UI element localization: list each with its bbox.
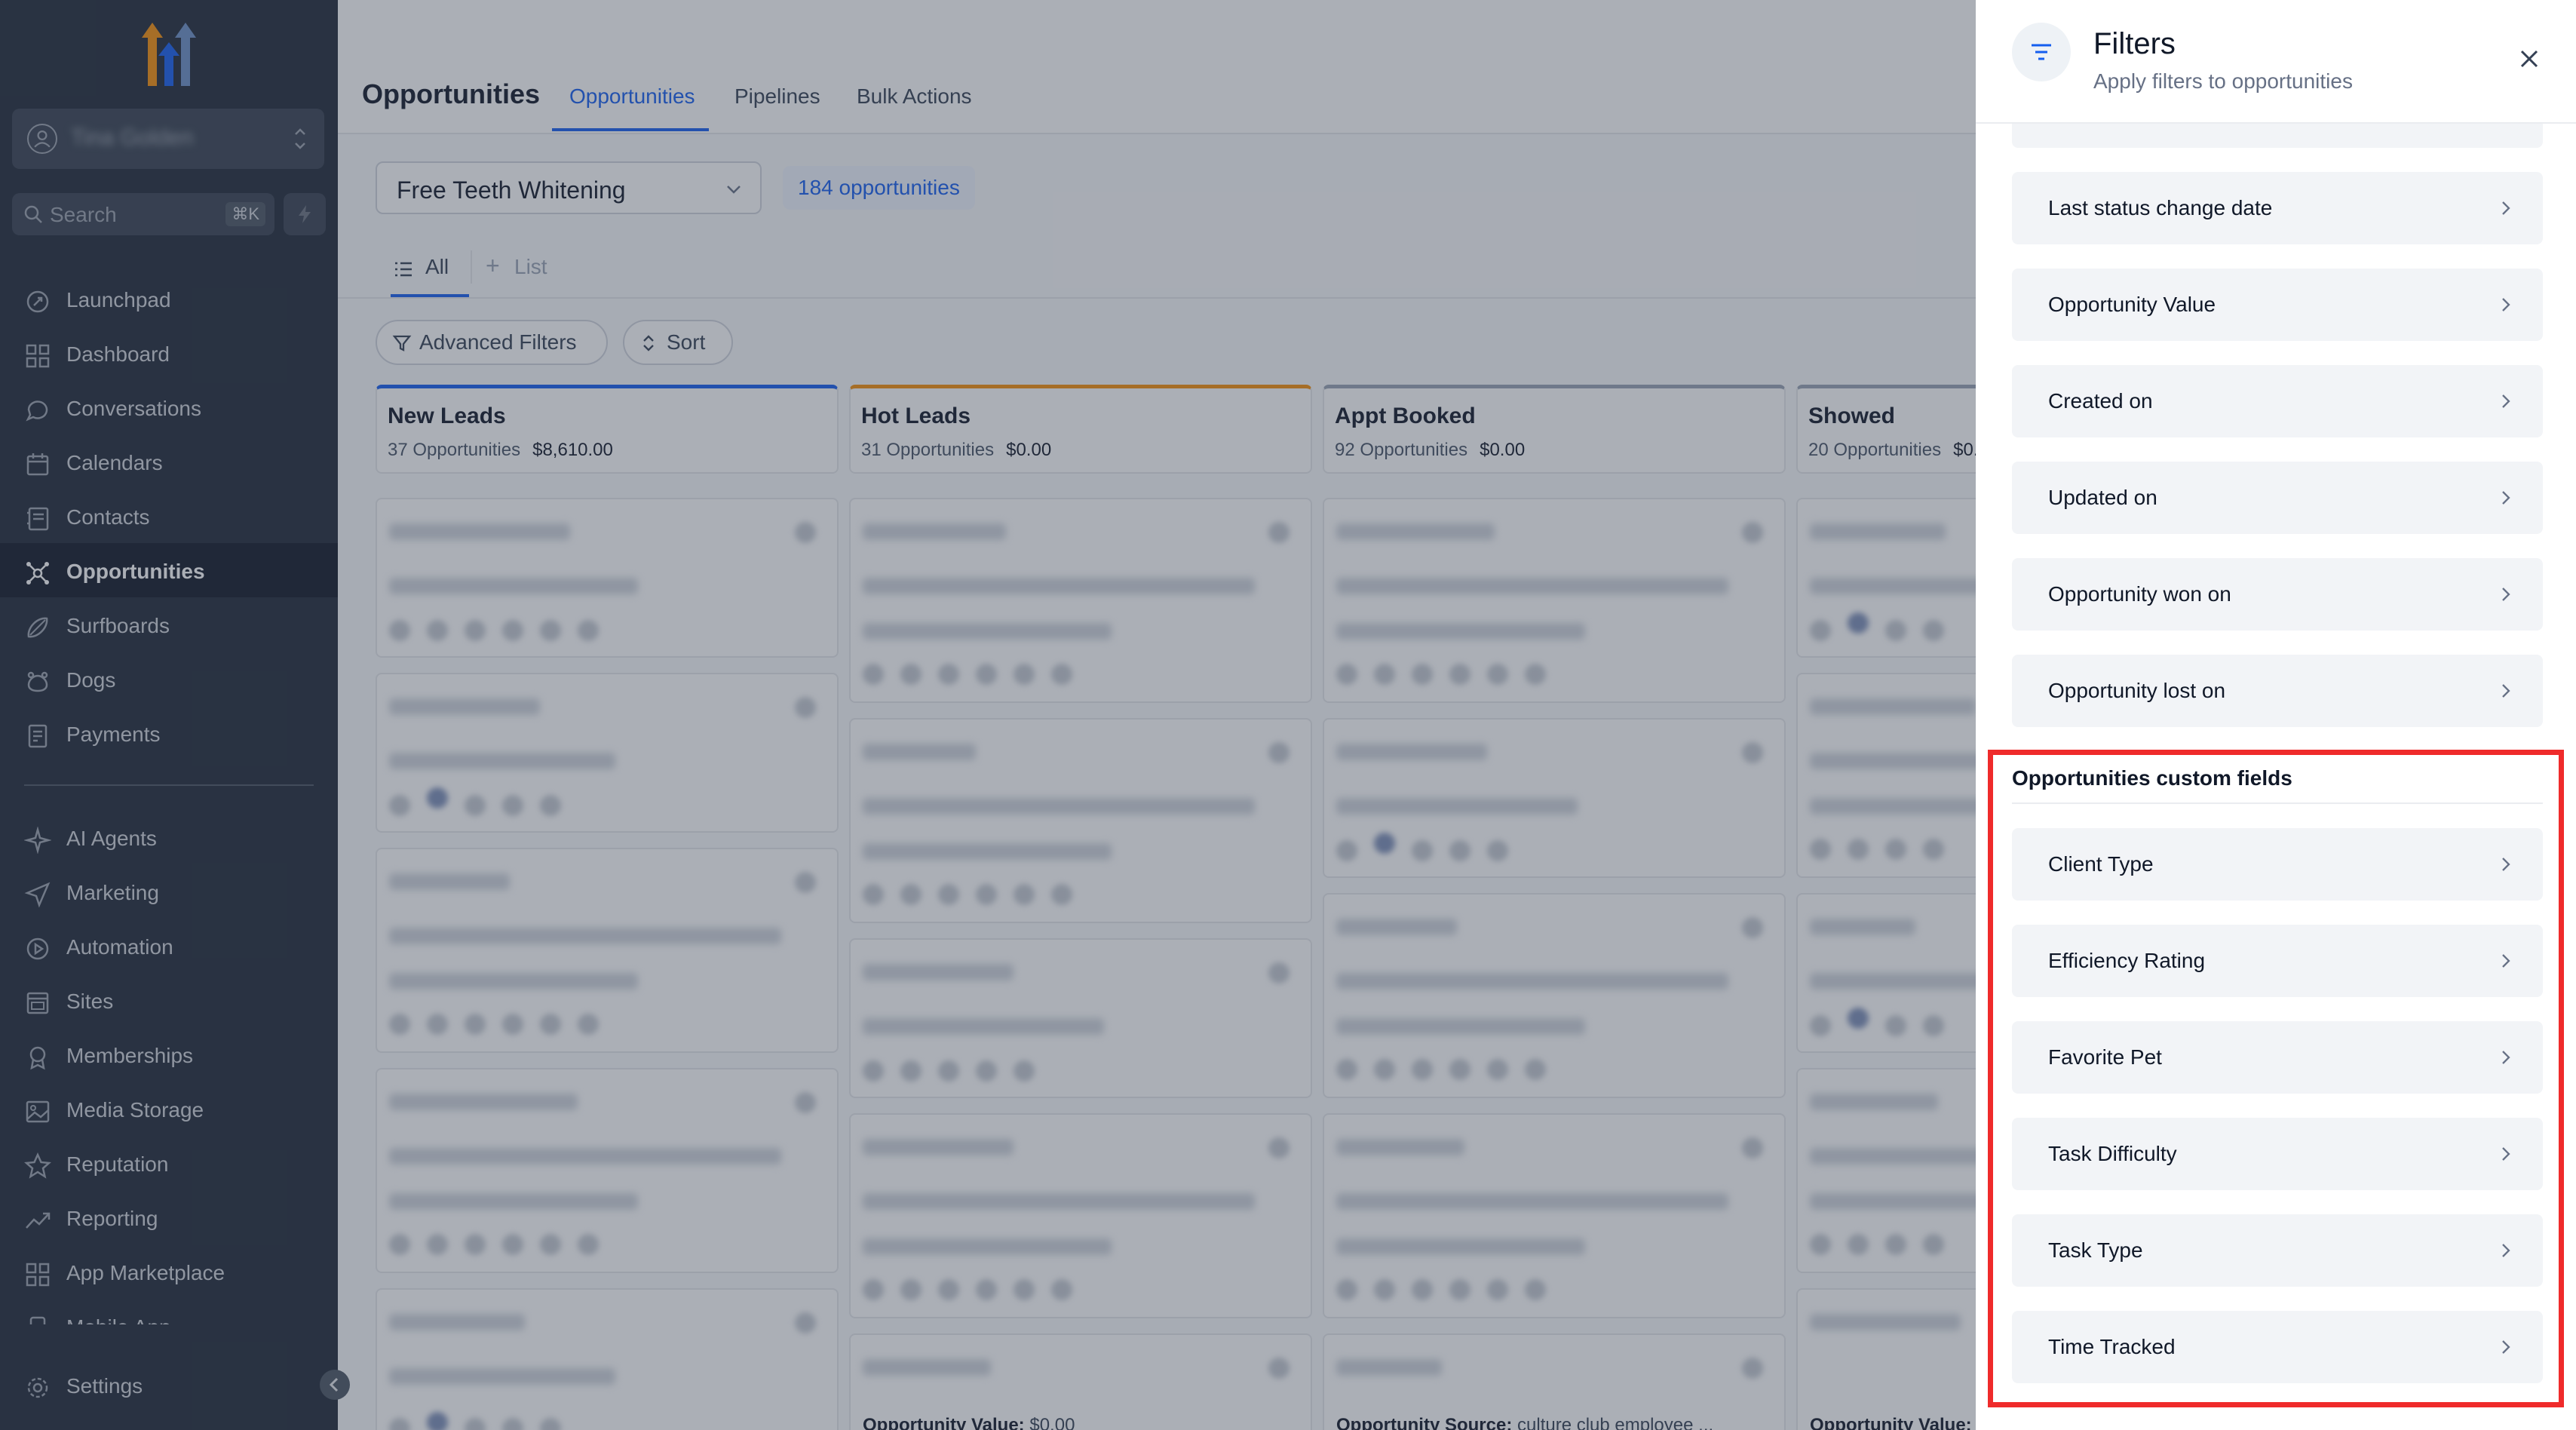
filter-opportunity-won-on[interactable]: Opportunity won on bbox=[2012, 558, 2543, 631]
filters-title: Filters bbox=[2093, 27, 2176, 60]
chevron-right-icon bbox=[2502, 201, 2510, 215]
filter-label: Updated on bbox=[2048, 486, 2157, 509]
modal-backdrop[interactable] bbox=[0, 0, 1976, 1430]
filter-opportunity-lost-on[interactable]: Opportunity lost on bbox=[2012, 655, 2543, 727]
filter-created-on[interactable]: Created on bbox=[2012, 365, 2543, 437]
chevron-right-icon bbox=[2502, 684, 2510, 698]
filters-subtitle: Apply filters to opportunities bbox=[2093, 69, 2353, 93]
highlight-box bbox=[1988, 750, 2564, 1407]
filter-updated-on[interactable]: Updated on bbox=[2012, 462, 2543, 534]
filter-label: Opportunity Value bbox=[2048, 293, 2216, 316]
filter-opportunity-value[interactable]: Opportunity Value bbox=[2012, 269, 2543, 341]
filter-label: Opportunity won on bbox=[2048, 582, 2231, 606]
chevron-right-icon bbox=[2502, 394, 2510, 408]
filter-label: Last status change date bbox=[2048, 196, 2273, 219]
filter-label: Created on bbox=[2048, 389, 2153, 413]
close-icon[interactable] bbox=[2516, 45, 2543, 72]
filter-lines-icon bbox=[2012, 23, 2071, 81]
chevron-right-icon bbox=[2502, 298, 2510, 311]
filters-header: Filters Apply filters to opportunities bbox=[1976, 0, 2576, 124]
filter-label: Opportunity lost on bbox=[2048, 679, 2226, 702]
chevron-right-icon bbox=[2502, 491, 2510, 505]
filter-last-status-change-date[interactable]: Last status change date bbox=[2012, 172, 2543, 244]
chevron-right-icon bbox=[2502, 588, 2510, 601]
